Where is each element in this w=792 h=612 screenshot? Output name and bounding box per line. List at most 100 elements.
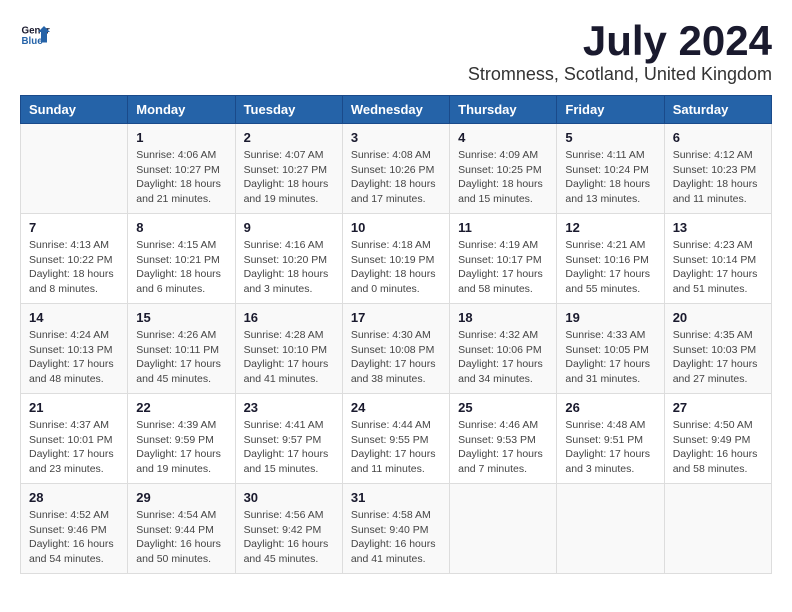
table-cell: 31 Sunrise: 4:58 AMSunset: 9:40 PMDayligh… xyxy=(342,484,449,574)
day-info: Sunrise: 4:32 AMSunset: 10:06 PMDaylight… xyxy=(458,328,548,387)
table-cell: 23Sunrise: 4:41 AMSunset: 9:57 PMDayligh… xyxy=(235,394,342,484)
table-cell: 13Sunrise: 4:23 AMSunset: 10:14 PMDaylig… xyxy=(664,214,771,304)
header-friday: Friday xyxy=(557,96,664,124)
day-number: 31 xyxy=(351,490,441,505)
table-cell: 15 Sunrise: 4:26 AMSunset: 10:11 PMDaylig… xyxy=(128,304,235,394)
table-cell: 18 Sunrise: 4:32 AMSunset: 10:06 PMDaylig… xyxy=(450,304,557,394)
table-cell: 9Sunrise: 4:16 AMSunset: 10:20 PMDayligh… xyxy=(235,214,342,304)
day-number: 28 xyxy=(29,490,119,505)
table-cell: 8Sunrise: 4:15 AMSunset: 10:21 PMDayligh… xyxy=(128,214,235,304)
day-info: Sunrise: 4:41 AMSunset: 9:57 PMDaylight:… xyxy=(244,418,334,477)
table-cell: 25 Sunrise: 4:46 AMSunset: 9:53 PMDayligh… xyxy=(450,394,557,484)
day-number: 6 xyxy=(673,130,763,145)
day-number: 5 xyxy=(565,130,655,145)
table-cell: 4 Sunrise: 4:09 AMSunset: 10:25 PMDayligh… xyxy=(450,124,557,214)
table-cell: 21 Sunrise: 4:37 AMSunset: 10:01 PMDaylig… xyxy=(21,394,128,484)
day-number: 11 xyxy=(458,220,548,235)
day-number: 18 xyxy=(458,310,548,325)
table-cell: 16Sunrise: 4:28 AMSunset: 10:10 PMDaylig… xyxy=(235,304,342,394)
day-info: Sunrise: 4:56 AMSunset: 9:42 PMDaylight:… xyxy=(244,508,334,567)
table-cell: 26 Sunrise: 4:48 AMSunset: 9:51 PMDayligh… xyxy=(557,394,664,484)
table-cell: 30 Sunrise: 4:56 AMSunset: 9:42 PMDayligh… xyxy=(235,484,342,574)
calendar-table: Sunday Monday Tuesday Wednesday Thursday… xyxy=(20,95,772,574)
day-info: Sunrise: 4:37 AMSunset: 10:01 PMDaylight… xyxy=(29,418,119,477)
week-row-5: 28 Sunrise: 4:52 AMSunset: 9:46 PMDayligh… xyxy=(21,484,772,574)
day-info: Sunrise: 4:28 AMSunset: 10:10 PMDaylight… xyxy=(244,328,334,387)
table-cell: 17 Sunrise: 4:30 AMSunset: 10:08 PMDaylig… xyxy=(342,304,449,394)
day-info: Sunrise: 4:23 AMSunset: 10:14 PMDaylight… xyxy=(673,238,763,297)
day-number: 30 xyxy=(244,490,334,505)
day-number: 25 xyxy=(458,400,548,415)
table-cell xyxy=(664,484,771,574)
day-info: Sunrise: 4:11 AMSunset: 10:24 PMDaylight… xyxy=(565,148,655,207)
week-row-1: 1 Sunrise: 4:06 AMSunset: 10:27 PMDayligh… xyxy=(21,124,772,214)
day-info: Sunrise: 4:21 AMSunset: 10:16 PMDaylight… xyxy=(565,238,655,297)
month-title: July 2024 xyxy=(468,20,772,62)
table-cell: 7 Sunrise: 4:13 AMSunset: 10:22 PMDayligh… xyxy=(21,214,128,304)
table-cell: 6Sunrise: 4:12 AMSunset: 10:23 PMDayligh… xyxy=(664,124,771,214)
day-number: 20 xyxy=(673,310,763,325)
table-cell: 11 Sunrise: 4:19 AMSunset: 10:17 PMDaylig… xyxy=(450,214,557,304)
week-row-3: 14 Sunrise: 4:24 AMSunset: 10:13 PMDaylig… xyxy=(21,304,772,394)
day-number: 1 xyxy=(136,130,226,145)
table-cell xyxy=(21,124,128,214)
day-info: Sunrise: 4:35 AMSunset: 10:03 PMDaylight… xyxy=(673,328,763,387)
table-cell: 27 Sunrise: 4:50 AMSunset: 9:49 PMDayligh… xyxy=(664,394,771,484)
table-cell xyxy=(450,484,557,574)
day-number: 17 xyxy=(351,310,441,325)
day-info: Sunrise: 4:48 AMSunset: 9:51 PMDaylight:… xyxy=(565,418,655,477)
table-cell: 5 Sunrise: 4:11 AMSunset: 10:24 PMDayligh… xyxy=(557,124,664,214)
day-info: Sunrise: 4:52 AMSunset: 9:46 PMDaylight:… xyxy=(29,508,119,567)
day-info: Sunrise: 4:06 AMSunset: 10:27 PMDaylight… xyxy=(136,148,226,207)
day-info: Sunrise: 4:08 AMSunset: 10:26 PMDaylight… xyxy=(351,148,441,207)
day-number: 15 xyxy=(136,310,226,325)
day-number: 3 xyxy=(351,130,441,145)
table-cell xyxy=(557,484,664,574)
table-cell: 3 Sunrise: 4:08 AMSunset: 10:26 PMDayligh… xyxy=(342,124,449,214)
day-number: 14 xyxy=(29,310,119,325)
day-number: 8 xyxy=(136,220,226,235)
day-number: 4 xyxy=(458,130,548,145)
day-info: Sunrise: 4:44 AMSunset: 9:55 PMDaylight:… xyxy=(351,418,441,477)
day-number: 2 xyxy=(244,130,334,145)
header-sunday: Sunday xyxy=(21,96,128,124)
page-header: General Blue July 2024 Stromness, Scotla… xyxy=(20,20,772,85)
day-info: Sunrise: 4:07 AMSunset: 10:27 PMDaylight… xyxy=(244,148,334,207)
table-cell: 1 Sunrise: 4:06 AMSunset: 10:27 PMDayligh… xyxy=(128,124,235,214)
day-number: 12 xyxy=(565,220,655,235)
day-number: 22 xyxy=(136,400,226,415)
table-cell: 29 Sunrise: 4:54 AMSunset: 9:44 PMDayligh… xyxy=(128,484,235,574)
day-info: Sunrise: 4:46 AMSunset: 9:53 PMDaylight:… xyxy=(458,418,548,477)
day-info: Sunrise: 4:58 AMSunset: 9:40 PMDaylight:… xyxy=(351,508,441,567)
header-saturday: Saturday xyxy=(664,96,771,124)
day-info: Sunrise: 4:09 AMSunset: 10:25 PMDaylight… xyxy=(458,148,548,207)
day-info: Sunrise: 4:26 AMSunset: 10:11 PMDaylight… xyxy=(136,328,226,387)
logo-icon: General Blue xyxy=(20,20,50,50)
day-number: 21 xyxy=(29,400,119,415)
day-info: Sunrise: 4:13 AMSunset: 10:22 PMDaylight… xyxy=(29,238,119,297)
table-cell: 22Sunrise: 4:39 AMSunset: 9:59 PMDayligh… xyxy=(128,394,235,484)
table-cell: 12 Sunrise: 4:21 AMSunset: 10:16 PMDaylig… xyxy=(557,214,664,304)
day-info: Sunrise: 4:18 AMSunset: 10:19 PMDaylight… xyxy=(351,238,441,297)
day-info: Sunrise: 4:16 AMSunset: 10:20 PMDaylight… xyxy=(244,238,334,297)
table-cell: 19Sunrise: 4:33 AMSunset: 10:05 PMDaylig… xyxy=(557,304,664,394)
table-cell: 10Sunrise: 4:18 AMSunset: 10:19 PMDaylig… xyxy=(342,214,449,304)
day-info: Sunrise: 4:24 AMSunset: 10:13 PMDaylight… xyxy=(29,328,119,387)
day-info: Sunrise: 4:19 AMSunset: 10:17 PMDaylight… xyxy=(458,238,548,297)
day-info: Sunrise: 4:50 AMSunset: 9:49 PMDaylight:… xyxy=(673,418,763,477)
week-row-2: 7 Sunrise: 4:13 AMSunset: 10:22 PMDayligh… xyxy=(21,214,772,304)
day-info: Sunrise: 4:30 AMSunset: 10:08 PMDaylight… xyxy=(351,328,441,387)
table-cell: 24 Sunrise: 4:44 AMSunset: 9:55 PMDayligh… xyxy=(342,394,449,484)
table-cell: 20 Sunrise: 4:35 AMSunset: 10:03 PMDaylig… xyxy=(664,304,771,394)
week-row-4: 21 Sunrise: 4:37 AMSunset: 10:01 PMDaylig… xyxy=(21,394,772,484)
title-section: July 2024 Stromness, Scotland, United Ki… xyxy=(468,20,772,85)
day-info: Sunrise: 4:54 AMSunset: 9:44 PMDaylight:… xyxy=(136,508,226,567)
day-number: 24 xyxy=(351,400,441,415)
table-cell: 14 Sunrise: 4:24 AMSunset: 10:13 PMDaylig… xyxy=(21,304,128,394)
table-cell: 28 Sunrise: 4:52 AMSunset: 9:46 PMDayligh… xyxy=(21,484,128,574)
day-number: 7 xyxy=(29,220,119,235)
day-number: 27 xyxy=(673,400,763,415)
day-number: 19 xyxy=(565,310,655,325)
day-number: 26 xyxy=(565,400,655,415)
day-number: 29 xyxy=(136,490,226,505)
